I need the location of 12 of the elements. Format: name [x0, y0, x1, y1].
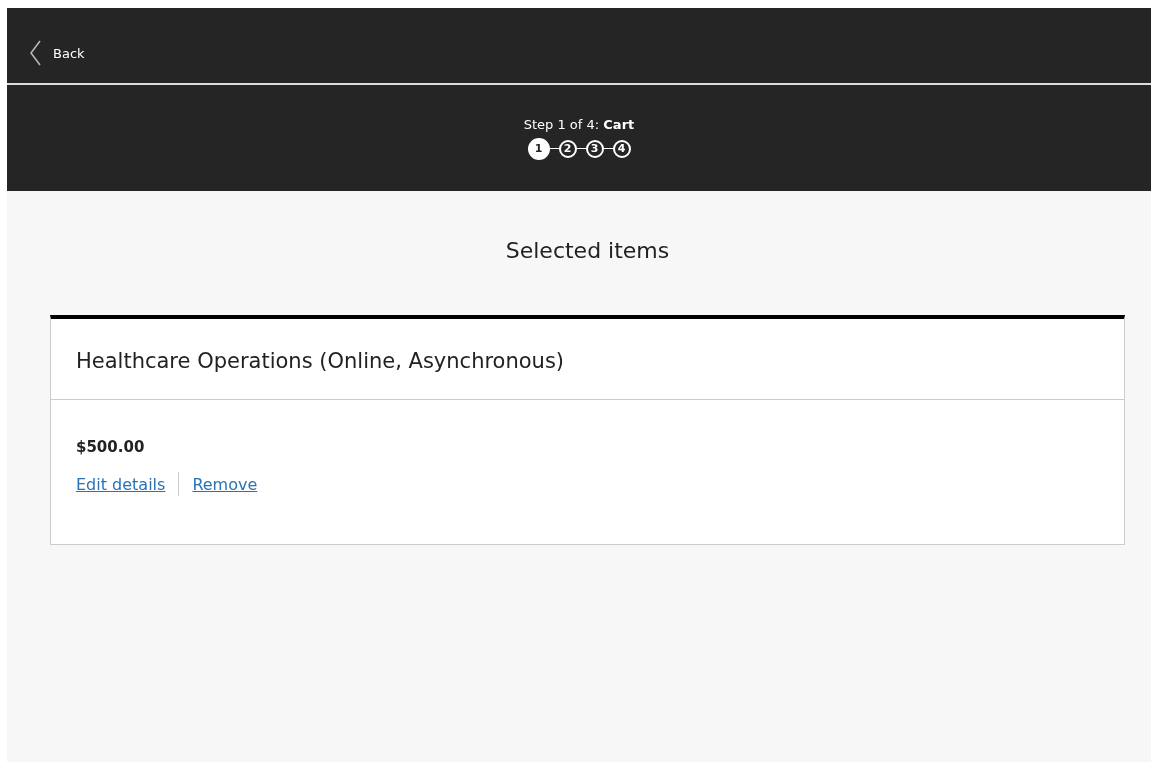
item-title: Healthcare Operations (Online, Asynchronous) [51, 319, 1124, 400]
page-heading: Selected items [504, 238, 671, 263]
item-price: $500.00 [76, 438, 146, 456]
step-indicator: 2 [558, 139, 577, 158]
back-button[interactable]: Back [30, 40, 85, 66]
step-indicator: 3 [585, 139, 604, 158]
chevron-left-icon [30, 40, 41, 66]
step-indicator: 4 [612, 139, 631, 158]
step-title: Step 1 of 4: Cart [523, 116, 635, 132]
item-link[interactable]: Edit details [76, 474, 166, 494]
item-link[interactable]: Remove [192, 474, 258, 494]
step-indicator: 1 [527, 137, 550, 160]
